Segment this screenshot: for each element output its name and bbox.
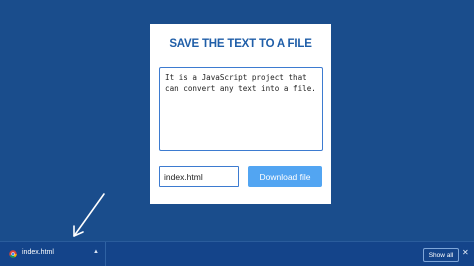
download-item[interactable]: index.html ▲: [0, 242, 106, 266]
filename-input[interactable]: [159, 166, 239, 187]
chrome-icon: [9, 250, 17, 258]
show-all-button[interactable]: Show all: [423, 248, 459, 262]
download-file-name: index.html: [22, 249, 54, 256]
page-title: SAVE THE TEXT TO A FILE: [169, 38, 312, 50]
download-file-button[interactable]: Download file: [248, 166, 322, 187]
downloads-bar: index.html ▲ Show all ✕: [0, 241, 474, 266]
text-input-area[interactable]: It is a JavaScript project that can conv…: [159, 67, 323, 151]
chevron-up-icon[interactable]: ▲: [93, 249, 99, 255]
save-text-card: SAVE THE TEXT TO A FILE It is a JavaScri…: [150, 24, 331, 204]
close-icon[interactable]: ✕: [462, 248, 469, 257]
arrow-icon: [73, 193, 105, 237]
